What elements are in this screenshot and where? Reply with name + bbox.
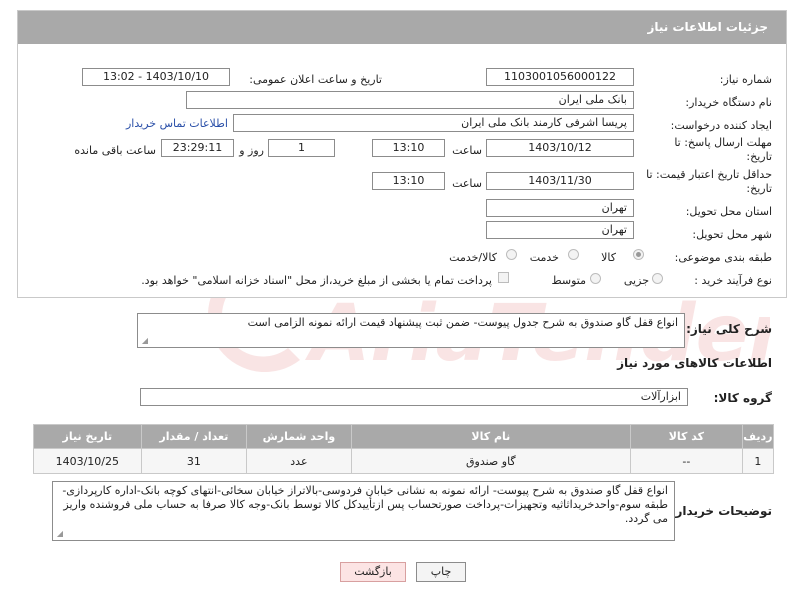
- price-validity-label: حداقل تاریخ اعتبار قیمت: تا: [646, 168, 772, 181]
- process-type-label: نوع فرآیند خرید :: [694, 274, 772, 287]
- creator-field[interactable]: پریسا اشرفی کارمند بانک ملی ایران: [233, 114, 634, 132]
- deadline-label: مهلت ارسال پاسخ: تا: [674, 136, 772, 149]
- buyer-notes-label: توضیحات خریدار:: [670, 504, 772, 518]
- city-field[interactable]: تهران: [486, 221, 634, 239]
- cell-item-code: --: [630, 448, 743, 474]
- category-goods-service-label: کالا/خدمت: [449, 251, 497, 264]
- category-label: طبقه بندی موضوعی:: [674, 251, 772, 264]
- price-validity-time-field[interactable]: 13:10: [372, 172, 445, 190]
- goods-group-field[interactable]: ابزارآلات: [140, 388, 688, 406]
- cell-unit: عدد: [246, 448, 352, 474]
- remaining-label: ساعت باقی مانده: [74, 144, 156, 157]
- process-minor-radio[interactable]: [652, 273, 663, 284]
- panel-header: جزئیات اطلاعات نیاز: [18, 11, 786, 44]
- need-number-field[interactable]: 1103001056000122: [486, 68, 634, 86]
- category-service-label: خدمت: [529, 251, 559, 264]
- col-item-name: نام کالا: [350, 424, 632, 449]
- col-quantity: تعداد / مقدار: [140, 424, 248, 449]
- province-label: استان محل تحویل:: [685, 205, 772, 218]
- city-label: شهر محل تحویل:: [692, 228, 772, 241]
- price-validity-date-field[interactable]: 1403/11/30: [486, 172, 634, 190]
- summary-text: انواع قفل گاو صندوق به شرح جدول پیوست- ض…: [247, 316, 678, 329]
- cell-need-date: 1403/10/25: [33, 448, 142, 474]
- province-field[interactable]: تهران: [486, 199, 634, 217]
- buyer-org-label: نام دستگاه خریدار:: [685, 96, 772, 109]
- col-row-number: ردیف: [741, 424, 775, 449]
- resize-grip-icon[interactable]: ◢: [140, 337, 148, 345]
- remaining-time-field[interactable]: 23:29:11: [161, 139, 234, 157]
- buyer-org-field[interactable]: بانک ملی ایران: [186, 91, 634, 109]
- process-medium-label: متوسط: [551, 274, 586, 287]
- print-button[interactable]: چاپ: [416, 562, 466, 582]
- col-item-code: کد کالا: [630, 424, 743, 449]
- days-remaining-field[interactable]: 1: [268, 139, 335, 157]
- summary-textarea[interactable]: انواع قفل گاو صندوق به شرح جدول پیوست- ض…: [137, 313, 685, 348]
- deadline-date-label: تاریخ:: [746, 150, 772, 163]
- cell-row-number: 1: [741, 448, 775, 474]
- category-goods-radio[interactable]: [633, 249, 644, 260]
- col-need-date: تاریخ نیاز: [33, 424, 142, 449]
- need-number-label: شماره نیاز:: [719, 73, 772, 86]
- cell-item-name: گاو صندوق: [350, 448, 632, 474]
- category-goods-service-radio[interactable]: [506, 249, 517, 260]
- treasury-payment-note: پرداخت تمام یا بخشی از مبلغ خرید،از محل …: [141, 274, 492, 287]
- buyer-contact-link[interactable]: اطلاعات تماس خریدار: [126, 117, 228, 130]
- deadline-time-field[interactable]: 13:10: [372, 139, 445, 157]
- price-validity-time-label: ساعت: [452, 177, 482, 190]
- summary-label: شرح کلی نیاز:: [686, 322, 772, 336]
- goods-table: ردیف کد کالا نام کالا واحد شمارش تعداد /…: [33, 424, 775, 474]
- announce-date-label: تاریخ و ساعت اعلان عمومی:: [249, 73, 382, 86]
- cell-quantity: 31: [140, 448, 248, 474]
- category-service-radio[interactable]: [568, 249, 579, 260]
- deadline-time-label: ساعت: [452, 144, 482, 157]
- deadline-date-field[interactable]: 1403/10/12: [486, 139, 634, 157]
- col-unit: واحد شمارش: [246, 424, 352, 449]
- goods-section-title: اطلاعات کالاهای مورد نیاز: [617, 356, 772, 370]
- announce-date-field[interactable]: 1403/10/10 - 13:02: [82, 68, 230, 86]
- back-button[interactable]: بازگشت: [340, 562, 406, 582]
- resize-grip-icon[interactable]: ◢: [55, 530, 63, 538]
- process-minor-label: جزیی: [623, 274, 649, 287]
- creator-label: ایجاد کننده درخواست:: [670, 119, 772, 132]
- goods-group-label: گروه کالا:: [713, 391, 772, 405]
- goods-table-header: ردیف کد کالا نام کالا واحد شمارش تعداد /…: [33, 424, 775, 449]
- days-label: روز و: [239, 144, 264, 157]
- buyer-notes-text: انواع قفل گاو صندوق به شرح پیوست- ارائه …: [62, 484, 668, 525]
- treasury-payment-checkbox[interactable]: [498, 272, 509, 283]
- price-validity-date-label: تاریخ:: [746, 182, 772, 195]
- table-row[interactable]: 1 -- گاو صندوق عدد 31 1403/10/25: [33, 448, 775, 474]
- buyer-notes-textarea[interactable]: انواع قفل گاو صندوق به شرح پیوست- ارائه …: [52, 481, 675, 541]
- category-goods-label: کالا: [601, 251, 616, 264]
- process-medium-radio[interactable]: [590, 273, 601, 284]
